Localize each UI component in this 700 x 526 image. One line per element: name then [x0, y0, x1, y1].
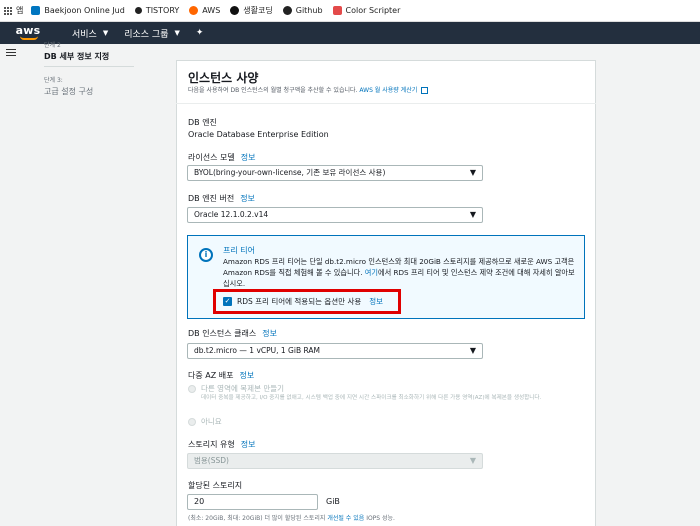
checkbox-label-text: RDS 프리 티어에 적용되는 옵션만 사용	[237, 297, 362, 306]
pin-icon[interactable]: ✦	[196, 28, 204, 38]
apps-grid-icon	[4, 6, 12, 15]
storage-unit: GiB	[326, 497, 340, 506]
allocated-storage-input[interactable]: 20	[187, 494, 318, 510]
bookmark-label: 앱	[16, 6, 24, 15]
bookmark-aws[interactable]: AWS	[189, 6, 220, 15]
bookmark-baekjoon[interactable]: Baekjoon Online Jud	[31, 6, 125, 15]
license-model-label: 라이선스 모델 정보	[188, 152, 255, 163]
step-2-number: 단계 2	[44, 42, 61, 49]
hint-text: (최소: 20GiB, 최대: 20GiB) 더 많이 할당된 스토리지	[188, 515, 326, 522]
storage-type-label: 스토리지 유형 정보	[188, 439, 255, 450]
code-icon	[31, 6, 41, 15]
info-circle-icon: i	[199, 248, 213, 262]
instance-class-label: DB 인스턴스 클래스 정보	[188, 328, 277, 339]
info-link[interactable]: 정보	[369, 297, 383, 306]
aws-nav-bar: aws 서비스 ▼ 리소스 그룹 ▼ ✦	[0, 22, 700, 44]
square-icon	[332, 6, 342, 15]
step-current-name[interactable]: DB 세부 정보 지정	[44, 51, 109, 62]
free-tier-checkbox-label: RDS 프리 티어에 적용되는 옵션만 사용 정보	[237, 296, 383, 307]
license-model-select[interactable]: BYOL(bring-your-own-license, 기존 보유 라이선스 …	[187, 165, 483, 181]
aws-smile-icon	[20, 36, 38, 40]
multi-az-radio-no[interactable]	[188, 418, 196, 426]
allocated-storage-label: 할당된 스토리지	[188, 481, 243, 490]
panel-title: 인스턴스 사양	[188, 71, 259, 85]
step-3-number: 단계 3:	[44, 77, 63, 84]
bookmarks-bar: 앱 Baekjoon Online Jud TISTORY AWS 생활코딩 G…	[0, 0, 700, 22]
version-label-text: DB 엔진 버전	[188, 194, 235, 203]
multi-az-label: 다중 AZ 배포 정보	[188, 370, 254, 381]
multi-az-label-text: 다중 AZ 배포	[188, 371, 234, 380]
circle-icon	[230, 6, 240, 15]
engine-label: DB 엔진	[188, 118, 217, 127]
engine-version-select[interactable]: Oracle 12.1.0.2.v14 ▼	[187, 207, 483, 223]
storage-type-label-text: 스토리지 유형	[188, 440, 235, 449]
info-link[interactable]: 정보	[241, 440, 256, 449]
bookmark-label: TISTORY	[145, 6, 180, 15]
license-label-text: 라이선스 모델	[188, 153, 235, 162]
panel-description: 다음을 사용하여 DB 인스턴스의 월별 청구액을 추산할 수 있습니다. AW…	[188, 85, 429, 94]
multi-az-radio-replica[interactable]	[188, 385, 196, 393]
step-divider	[44, 66, 134, 67]
multi-az-option-replica: 다른 영역에 복제본 만들기	[201, 384, 285, 393]
info-link[interactable]: 정보	[241, 153, 256, 162]
instance-class-selected-value: db.t2.micro — 1 vCPU, 1 GiB RAM	[194, 346, 320, 355]
external-link-icon[interactable]	[421, 87, 429, 94]
tistory-icon	[134, 7, 142, 14]
engine-version-label: DB 엔진 버전 정보	[188, 193, 255, 204]
info-link[interactable]: 정보	[239, 371, 254, 380]
free-tier-checkbox[interactable]: ✓	[223, 297, 232, 306]
storage-type-selected-value: 범용(SSD)	[194, 456, 229, 465]
bookmark-color-scripter[interactable]: Color Scripter	[332, 6, 401, 15]
bookmark-github[interactable]: Github	[282, 6, 323, 15]
bookmark-label: Github	[295, 6, 323, 15]
services-menu[interactable]: 서비스 ▼	[72, 27, 108, 40]
services-label: 서비스	[72, 29, 97, 40]
panel-divider	[176, 103, 596, 104]
chevron-down-icon: ▼	[102, 29, 109, 37]
dropdown-arrow-icon: ▼	[469, 456, 476, 465]
menu-icon[interactable]	[6, 49, 16, 58]
bookmark-tistory[interactable]: TISTORY	[134, 6, 180, 15]
info-link[interactable]: 정보	[240, 194, 255, 203]
bookmark-label: Color Scripter	[345, 6, 401, 15]
dropdown-arrow-icon: ▼	[469, 346, 476, 355]
free-tier-link[interactable]: 여기	[365, 268, 378, 277]
resource-groups-label: 리소스 그룹	[124, 29, 169, 40]
bookmark-saenghwal[interactable]: 생활코딩	[230, 5, 273, 16]
resource-groups-menu[interactable]: 리소스 그룹 ▼	[124, 27, 180, 40]
hint-link[interactable]: 개선될 수 있음	[327, 515, 364, 522]
dropdown-arrow-icon: ▼	[469, 168, 476, 177]
bookmark-label: 생활코딩	[243, 6, 273, 15]
github-icon	[282, 6, 292, 15]
calculator-link[interactable]: AWS 월 사용량 계산기	[359, 87, 417, 94]
free-tier-title: 프리 티어	[223, 246, 255, 255]
engine-value: Oracle Database Enterprise Edition	[188, 130, 329, 139]
instance-class-select[interactable]: db.t2.micro — 1 vCPU, 1 GiB RAM ▼	[187, 343, 483, 359]
bookmark-apps[interactable]: 앱	[4, 5, 23, 16]
aws-icon	[189, 6, 199, 15]
license-selected-value: BYOL(bring-your-own-license, 기존 보유 라이선스 …	[194, 168, 386, 177]
hint-text: IOPS 성능.	[366, 515, 395, 522]
multi-az-option-no: 아니요	[201, 417, 222, 426]
info-link[interactable]: 정보	[262, 329, 277, 338]
free-tier-text: Amazon RDS 프리 티어는 단일 db.t2.micro 인스턴스와 최…	[223, 256, 578, 289]
step-3-name[interactable]: 고급 설정 구성	[44, 86, 93, 97]
multi-az-option-description: 데이터 중복을 제공하고, I/O 중지를 없애고, 시스템 백업 중에 지연 …	[201, 395, 542, 401]
storage-type-select[interactable]: 범용(SSD) ▼	[187, 453, 483, 469]
bookmark-label: AWS	[202, 6, 221, 15]
dropdown-arrow-icon: ▼	[469, 210, 476, 219]
allocated-storage-hint: (최소: 20GiB, 최대: 20GiB) 더 많이 할당된 스토리지 개선될…	[188, 513, 395, 522]
version-selected-value: Oracle 12.1.0.2.v14	[194, 210, 269, 219]
bookmark-label: Baekjoon Online Jud	[44, 6, 125, 15]
panel-desc-text: 다음을 사용하여 DB 인스턴스의 월별 청구액을 추산할 수 있습니다.	[188, 87, 358, 94]
instance-class-label-text: DB 인스턴스 클래스	[188, 329, 257, 338]
chevron-down-icon: ▼	[174, 29, 180, 37]
